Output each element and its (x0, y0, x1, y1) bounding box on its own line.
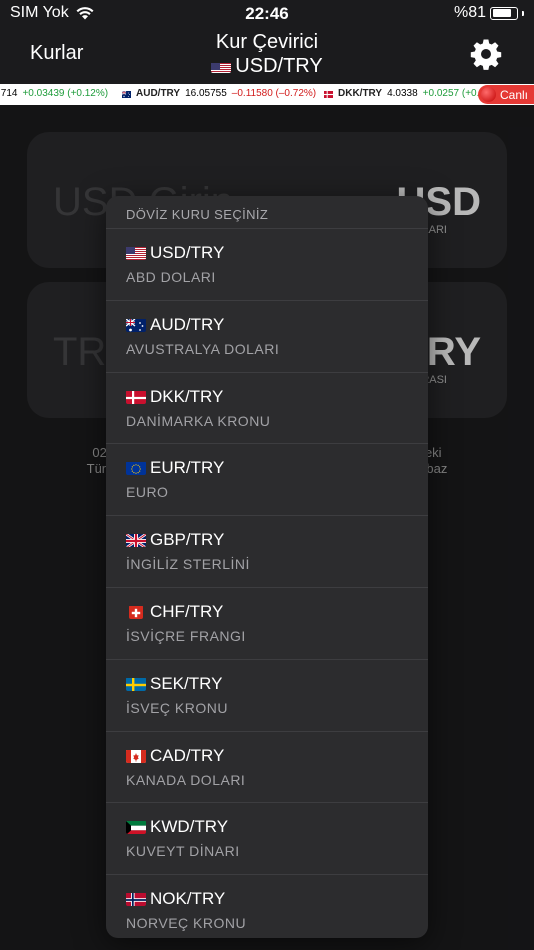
gb-flag-icon (126, 533, 146, 548)
currency-option-code: CHF/TRY (150, 601, 224, 621)
currency-option-name: EURO (126, 484, 169, 501)
ticker-item: DKK/TRY 4.0338 +0.0257 (+0.64 (324, 88, 491, 99)
currency-option-code: NOK/TRY (150, 889, 226, 909)
no-flag-icon (126, 892, 146, 907)
currency-option-cad[interactable]: CAD/TRY KANADA DOLARI (106, 732, 428, 804)
eu-flag-icon (126, 461, 146, 476)
live-label: Canlı (500, 87, 529, 102)
currency-option-dkk[interactable]: DKK/TRY DANİMARKA KRONU (106, 373, 428, 445)
nav-bar: Kurlar Kur Çevirici USD/TRY (0, 28, 534, 82)
currency-option-gbp[interactable]: GBP/TRY İNGİLİZ STERLİNİ (106, 516, 428, 588)
currency-option-aud[interactable]: AUD/TRY AVUSTRALYA DOLARI (106, 301, 428, 373)
currency-option-kwd[interactable]: KWD/TRY KUVEYT DİNARI (106, 803, 428, 876)
currency-option-code: CAD/TRY (150, 745, 225, 765)
kw-flag-icon (126, 820, 146, 835)
currency-option-code: SEK/TRY (150, 673, 223, 693)
currency-option-title: NOK/TRY (126, 889, 428, 909)
status-bar: SIM Yok 22:46 %81 (0, 0, 534, 28)
live-dot-icon (481, 87, 496, 102)
currency-picker-popup: DÖVİZ KURU SEÇİNİZ USD/TRY ABD DOLARI AUD/… (106, 196, 428, 938)
us-flag-icon (126, 246, 146, 260)
currency-option-chf[interactable]: CHF/TRY İSVİÇRE FRANGI (106, 588, 428, 660)
currency-option-name: AVUSTRALYA DOLARI (126, 340, 280, 357)
nav-title: Kur Çevirici (215, 31, 319, 53)
currency-option-code: EUR/TRY (150, 458, 225, 478)
ch-flag-icon (129, 605, 143, 619)
ticker-change: +0.03439 (+0.12%) (22, 88, 109, 99)
currency-option-code: AUD/TRY (150, 314, 225, 334)
currency-option-title: SEK/TRY (126, 674, 428, 694)
battery-icon (490, 6, 518, 20)
currency-option-name: DANİMARKA KRONU (126, 412, 271, 429)
currency-option-nok[interactable]: NOK/TRY NORVEÇ KRONU (106, 875, 428, 938)
currency-picker-header: DÖVİZ KURU SEÇİNİZ (106, 196, 428, 229)
currency-option-usd[interactable]: USD/TRY ABD DOLARI (106, 229, 428, 301)
nav-title-group[interactable]: Kur Çevirici USD/TRY (0, 30, 534, 78)
rate-ticker: .714 +0.03439 (+0.12%) AUD/TRY 16.05755 –0.1… (0, 84, 534, 105)
currency-option-name: NORVEÇ KRONU (126, 915, 247, 932)
currency-option-name: İSVİÇRE FRANGI (126, 627, 246, 644)
currency-option-title: DKK/TRY (126, 387, 428, 407)
currency-option-sek[interactable]: SEK/TRY İSVEÇ KRONU (106, 660, 428, 732)
se-flag-icon (126, 677, 146, 691)
ticker-change: –0.11580 (–0.72%) (231, 88, 317, 99)
ticker-pair: DKK/TRY (338, 88, 383, 99)
currency-picker-list: USD/TRY ABD DOLARI AUD/TRY AVUSTRALYA DOLAR… (106, 229, 428, 938)
currency-option-code: USD/TRY (150, 243, 225, 262)
currency-option-title: AUD/TRY (126, 315, 428, 335)
currency-option-name: KUVEYT DİNARI (126, 843, 240, 860)
live-badge[interactable]: Canlı (478, 85, 534, 104)
ticker-pair: AUD/TRY (136, 88, 181, 99)
currency-option-code: KWD/TRY (150, 817, 229, 837)
currency-option-name: KANADA DOLARI (126, 771, 246, 788)
currency-option-code: GBP/TRY (150, 530, 225, 550)
gear-icon[interactable] (470, 38, 502, 70)
currency-option-title: CHF/TRY (126, 602, 428, 622)
currency-option-title: EUR/TRY (126, 458, 428, 478)
ticker-item: .714 +0.03439 (+0.12%) (0, 88, 108, 99)
currency-option-title: KWD/TRY (126, 817, 428, 837)
currency-option-eur[interactable]: EUR/TRY EURO (106, 444, 428, 517)
battery-percent: %81 (453, 4, 486, 21)
currency-option-title: GBP/TRY (126, 530, 428, 550)
ticker-value: .714 (0, 88, 18, 99)
au-flag-icon (126, 318, 146, 332)
au-flag-icon (121, 90, 131, 98)
us-flag-icon (211, 59, 232, 73)
battery-fill (492, 9, 512, 17)
currency-option-name: İNGİLİZ STERLİNİ (126, 556, 250, 573)
currency-option-name: ABD DOLARI (126, 269, 216, 285)
battery-tip (522, 10, 524, 16)
dk-flag-icon (324, 90, 333, 98)
ca-flag-icon (126, 749, 146, 763)
status-battery: %81 (454, 4, 524, 22)
ticker-value: 16.05755 (185, 88, 227, 99)
nav-subtitle-label: USD/TRY (235, 55, 323, 77)
currency-option-name: İSVEÇ KRONU (126, 699, 228, 716)
currency-option-code: DKK/TRY (150, 386, 224, 406)
dk-flag-icon (126, 390, 146, 404)
ticker-value: 4.0338 (387, 88, 418, 99)
ticker-item: AUD/TRY 16.05755 –0.11580 (–0.72%) (121, 88, 317, 99)
nav-subtitle: USD/TRY (211, 54, 323, 78)
currency-option-title: USD/TRY (126, 243, 428, 263)
currency-option-title: CAD/TRY (126, 746, 428, 766)
